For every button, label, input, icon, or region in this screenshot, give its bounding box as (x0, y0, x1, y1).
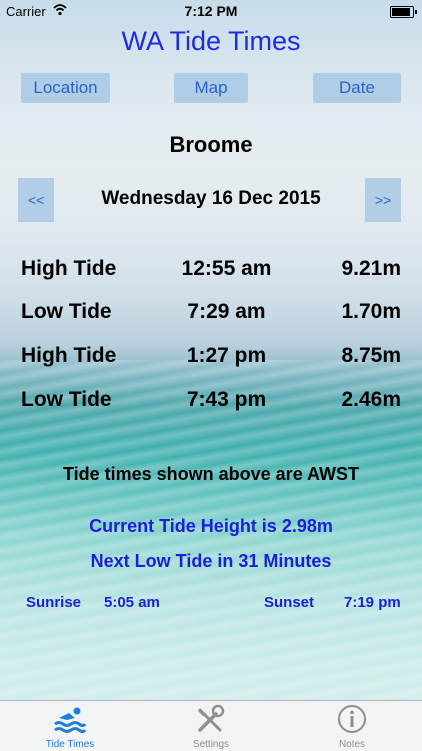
sunset-time: 7:19 pm (344, 594, 401, 611)
sunrise-time: 5:05 am (104, 594, 160, 611)
tab-bar: Tide Times Settings Notes (0, 700, 422, 751)
tab-label: Tide Times (45, 739, 95, 750)
next-tide-countdown: Next Low Tide in 31 Minutes (90, 551, 332, 571)
tide-type: Low Tide (21, 388, 112, 411)
tide-row: High Tide 1:27 pm 8.75m (0, 344, 422, 374)
info-icon (338, 705, 366, 733)
tide-row: Low Tide 7:29 am 1.70m (0, 300, 422, 330)
tide-type: Low Tide (21, 300, 112, 323)
tide-height: 1.70m (341, 300, 401, 323)
sunrise-label: Sunrise (26, 594, 82, 611)
app-title: WA Tide Times (121, 26, 301, 56)
tab-tide-times[interactable]: Tide Times (0, 701, 140, 751)
current-tide-height: Current Tide Height is 2.98m (89, 516, 333, 536)
beach-background (0, 0, 422, 750)
tide-time: 7:29 am (187, 300, 266, 323)
date-label: Wednesday 16 Dec 2015 (101, 188, 321, 209)
map-button[interactable]: Map (174, 73, 248, 103)
sunset-label: Sunset (264, 594, 315, 611)
tide-time: 1:27 pm (186, 344, 267, 367)
location-button[interactable]: Location (21, 73, 110, 103)
tab-label: Notes (338, 739, 366, 750)
tide-height: 2.46m (341, 388, 401, 411)
tide-time: 12:55 am (181, 257, 272, 280)
tide-time: 7:43 pm (186, 388, 267, 411)
tide-row: High Tide 12:55 am 9.21m (0, 257, 422, 287)
next-day-button[interactable]: >> (365, 178, 401, 222)
status-bar: Carrier 7:12 PM (0, 0, 422, 22)
tab-notes[interactable]: Notes (282, 701, 422, 751)
tab-label: Settings (192, 739, 230, 750)
timezone-note: Tide times shown above are AWST (62, 464, 360, 484)
tide-row: Low Tide 7:43 pm 2.46m (0, 388, 422, 418)
tide-type: High Tide (21, 344, 117, 367)
tide-height: 9.21m (341, 257, 401, 280)
location-name: Broome (169, 132, 253, 157)
status-time: 7:12 PM (184, 3, 238, 19)
tide-type: High Tide (21, 257, 117, 280)
date-button[interactable]: Date (313, 73, 401, 103)
tools-icon (198, 704, 225, 732)
swimmer-icon (54, 707, 87, 733)
tide-height: 8.75m (341, 344, 401, 367)
battery-icon (390, 6, 417, 18)
tab-settings[interactable]: Settings (141, 701, 281, 751)
